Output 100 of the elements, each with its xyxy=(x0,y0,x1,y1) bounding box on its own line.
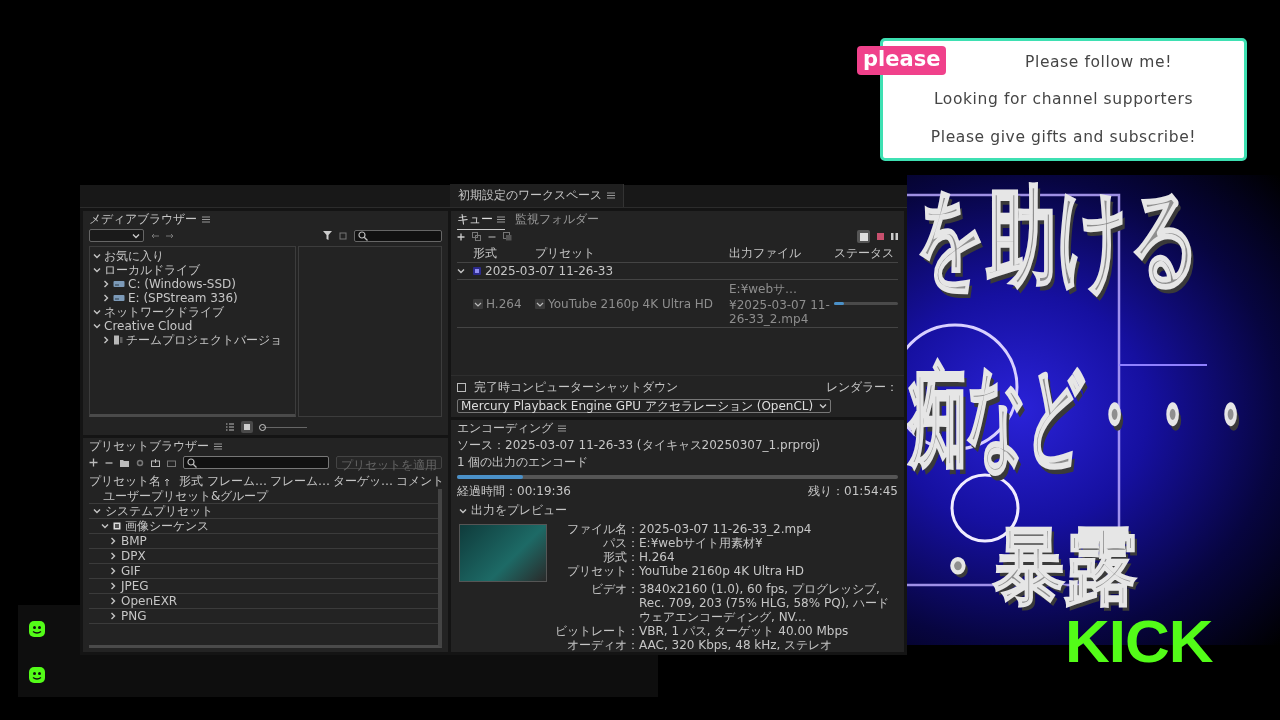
chevron-icon[interactable] xyxy=(109,597,117,605)
preset-text[interactable]: YouTube 2160p 4K Ultra HD xyxy=(548,296,714,311)
sort-arrow-icon[interactable] xyxy=(164,477,170,486)
chevron-icon[interactable] xyxy=(102,336,110,344)
pause-icon[interactable] xyxy=(891,233,898,240)
detail-value: 3840x2160 (1.0), 60 fps, プログレッシブ, Rec. 709, 203 (75% HLG, 58% PQ), ハードウェアエンコーディング, NV... xyxy=(639,582,890,624)
checkbox[interactable] xyxy=(457,383,466,392)
chevron-icon[interactable] xyxy=(101,522,109,530)
copy-icon[interactable] xyxy=(503,232,512,241)
forward-arrow-icon[interactable] xyxy=(166,232,174,239)
stacked-squares-icon[interactable] xyxy=(472,232,481,241)
dropdown-caret-icon[interactable] xyxy=(473,298,483,309)
plus-icon[interactable] xyxy=(89,458,98,467)
import-icon[interactable] xyxy=(151,458,160,467)
panel-menu-icon[interactable] xyxy=(607,192,615,199)
column-header[interactable]: フレーム… xyxy=(207,473,268,490)
detail-value: H.264 xyxy=(639,550,676,564)
sequence-badge-icon xyxy=(473,267,481,275)
tag-label: please xyxy=(857,46,947,75)
detail-value: AAC, 320 Kbps, 48 kHz, ステレオ xyxy=(639,638,834,652)
checkbox-label[interactable]: 完了時コンピューターシャットダウン xyxy=(474,379,678,396)
detail-label: オーディオ： xyxy=(566,638,639,652)
panel-tab[interactable]: 監視フォルダー xyxy=(515,211,599,230)
workspace-tab[interactable]: 初期設定のワークスペース xyxy=(450,184,624,207)
column-header[interactable]: プリセット名 xyxy=(89,473,161,490)
chevron-icon[interactable] xyxy=(109,552,117,560)
tree-item-label[interactable]: ネットワークドライブ xyxy=(104,303,224,321)
chevron-icon[interactable] xyxy=(93,266,101,274)
chevron-icon[interactable] xyxy=(109,612,117,620)
tree-item-label[interactable]: Creative Cloud xyxy=(104,319,193,333)
preset-label[interactable]: DPX xyxy=(121,549,146,563)
thumbnail-view-icon[interactable] xyxy=(241,421,253,433)
chevron-icon[interactable] xyxy=(93,507,101,515)
chevron-icon[interactable] xyxy=(93,322,101,330)
plus-icon[interactable] xyxy=(457,232,465,241)
column-header: ステータス xyxy=(834,245,895,262)
queue-group-row[interactable]: 2025-03-07 11-26-33 xyxy=(457,263,898,280)
panel-menu-icon[interactable] xyxy=(202,215,210,223)
preset-label[interactable]: 画像シーケンス xyxy=(125,517,209,535)
chevron-icon[interactable] xyxy=(93,252,101,260)
preset-label[interactable]: システムプリセット xyxy=(105,502,213,520)
chevron-icon[interactable] xyxy=(109,582,117,590)
search-field[interactable] xyxy=(183,456,329,469)
tree-item-label[interactable]: C: (Windows-SSD) xyxy=(128,277,236,291)
detail-value: E:¥webサイト用素材¥ xyxy=(639,536,764,550)
dropdown-caret-icon[interactable] xyxy=(535,298,545,309)
panel-title: エンコーディング xyxy=(457,420,553,437)
panel-tab[interactable]: キュー xyxy=(457,211,505,230)
source-text: ソース：2025-03-07 11-26-33 (タイキャス20250307_1.prproj) xyxy=(457,437,821,454)
column-header: 形式 xyxy=(473,245,498,262)
chevron-icon[interactable] xyxy=(102,294,110,302)
detail-value: 2025-03-07 11-26-33_2.mp4 xyxy=(639,522,813,536)
format-text: H.264 xyxy=(486,296,522,311)
caret-icon[interactable] xyxy=(132,232,140,239)
column-header: プリセット xyxy=(535,245,596,262)
column-header[interactable]: 形式 xyxy=(179,473,205,490)
preview-toggle-label[interactable]: 出力をプレビュー xyxy=(471,502,567,519)
tree-item-label[interactable]: チームプロジェクトバージョ xyxy=(126,331,282,349)
chevron-icon[interactable] xyxy=(93,308,101,316)
tile-button[interactable] xyxy=(857,230,870,243)
search-icon xyxy=(187,457,197,468)
panel-menu-icon[interactable] xyxy=(558,424,566,432)
renderer-dropdown[interactable]: Mercury Playback Engine GPU アクセラレーション (OpenCL) xyxy=(457,399,832,413)
preset-label[interactable]: GIF xyxy=(121,564,141,578)
queue-item-row[interactable]: H.264 YouTube 2160p 4K Ultra HD E:¥webサ…¥2025-03-07 11-26-33_2.mp4 xyxy=(457,280,898,328)
back-arrow-icon[interactable] xyxy=(151,232,159,239)
caret-icon[interactable] xyxy=(819,403,828,409)
column-header[interactable]: フレーム… xyxy=(270,473,331,490)
banner-text: Looking for channel supporters xyxy=(933,90,1194,109)
preset-label[interactable]: ユーザープリセット&グループ xyxy=(103,489,269,505)
filter-icon[interactable] xyxy=(323,231,332,240)
search-field[interactable] xyxy=(354,229,442,242)
folder-icon[interactable] xyxy=(120,458,129,467)
preset-label[interactable]: OpenEXR xyxy=(121,594,178,608)
panel-menu-icon[interactable] xyxy=(497,216,505,223)
output-file-link[interactable]: E:¥webサ…¥2025-03-07 11-26-33_2.mp4 xyxy=(729,281,830,326)
logo-text: KICK xyxy=(1065,613,1213,672)
detail-label: パス： xyxy=(602,536,639,550)
square-icon[interactable] xyxy=(339,231,347,240)
chevron-icon[interactable] xyxy=(109,567,117,575)
banner-text: Please give gifts and subscribe! xyxy=(930,128,1197,147)
preset-label[interactable]: JPEG xyxy=(121,579,149,593)
panel-menu-icon[interactable] xyxy=(214,442,222,450)
chevron-icon[interactable] xyxy=(102,280,110,288)
chevron-icon[interactable] xyxy=(459,506,467,515)
column-header[interactable]: コメント xyxy=(396,473,445,490)
preset-label[interactable]: BMP xyxy=(121,534,147,548)
export-icon[interactable] xyxy=(167,458,176,467)
detail-label: ビットレート： xyxy=(555,624,639,638)
tree-item-label[interactable]: E: (SPStream 336) xyxy=(128,291,238,305)
panel-title: メディアブラウザー xyxy=(89,211,197,228)
list-view-icon[interactable] xyxy=(224,421,236,433)
preset-label[interactable]: PNG xyxy=(121,609,147,623)
column-header[interactable]: ターゲッ… xyxy=(333,473,394,490)
renderer-label: レンダラー： xyxy=(826,379,898,396)
chevron-icon[interactable] xyxy=(457,267,465,275)
document-icon xyxy=(113,335,123,345)
detail-label: ファイル名： xyxy=(566,522,639,536)
tile-icon xyxy=(859,232,868,241)
chevron-icon[interactable] xyxy=(109,537,117,545)
